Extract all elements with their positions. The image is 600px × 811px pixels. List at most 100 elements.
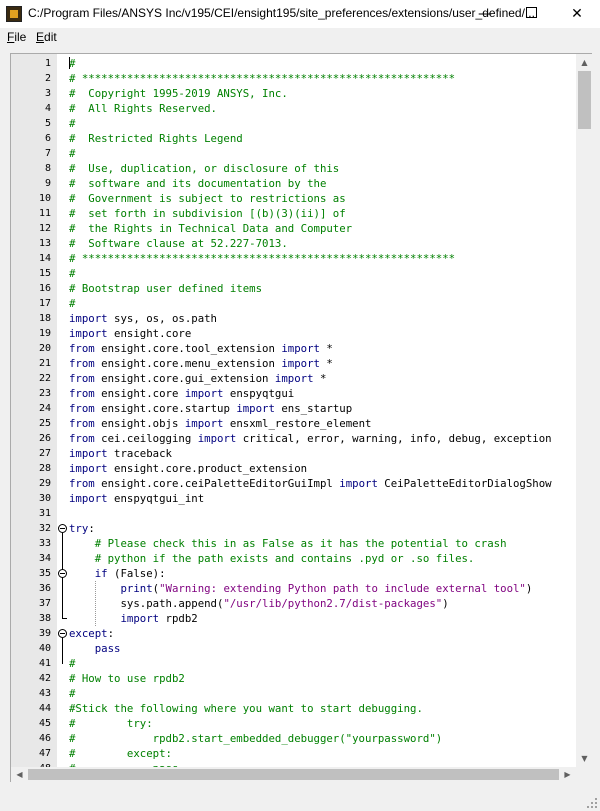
code-line[interactable]: from ensight.core import enspyqtgui [57,386,576,401]
code-line[interactable]: try: [57,521,576,536]
code-line[interactable]: # [57,296,576,311]
code-line-text: # **************************************… [69,71,455,86]
code-line[interactable]: # Please check this in as False as it ha… [57,536,576,551]
code-token: #Stick the following where you want to s… [69,702,423,715]
code-editor[interactable]: 1 2 3 4 5 6 7 8 9 10 11 12 13 14 15 16 17 18 19 20 21 22 23 24 2… [10,53,593,782]
code-token: import [274,372,314,385]
code-line[interactable]: import rpdb2 [57,611,576,626]
menu-edit[interactable]: Edit [36,30,57,44]
code-token: cei.ceilogging [94,432,198,445]
code-line[interactable]: # [57,56,576,71]
code-line[interactable]: from ensight.core.ceiPaletteEditorGuiImp… [57,476,576,491]
code-line[interactable]: # set forth in subdivision [(b)(3)(ii)] … [57,206,576,221]
scroll-right-arrow-icon[interactable]: ▶ [559,767,576,782]
code-line-text: # [69,296,75,311]
horizontal-scroll-thumb[interactable] [28,769,559,780]
line-number-gutter: 1 2 3 4 5 6 7 8 9 10 11 12 13 14 15 16 17 18 19 20 21 22 23 24 2… [11,54,57,774]
resize-grip-icon[interactable] [587,798,597,808]
code-line-text: # Copyright 1995-2019 ANSYS, Inc. [69,86,288,101]
code-line[interactable]: # the Rights in Technical Data and Compu… [57,221,576,236]
code-line[interactable]: from ensight.core.tool_extension import … [57,341,576,356]
code-token: import [69,327,108,340]
line-number: 38 [38,613,51,624]
code-token: # Bootstrap user defined items [69,282,263,295]
code-line-text: import rpdb2 [69,611,197,626]
code-line[interactable]: # **************************************… [57,251,576,266]
code-line[interactable]: # Bootstrap user defined items [57,281,576,296]
code-token: # [69,117,76,130]
code-line[interactable]: # Government is subject to restrictions … [57,191,576,206]
code-line[interactable]: # **************************************… [57,71,576,86]
code-line[interactable]: # Restricted Rights Legend [57,131,576,146]
line-number: 6 [44,133,51,144]
code-line-text: from ensight.core.tool_extension import … [69,341,333,356]
menu-edit-accel: E [36,30,45,44]
code-line[interactable]: # python if the path exists and contains… [57,551,576,566]
code-line[interactable]: import traceback [57,446,576,461]
code-text-area[interactable]: # # *************************************… [57,54,576,767]
code-line[interactable]: #Stick the following where you want to s… [57,701,576,716]
code-line[interactable]: # [57,116,576,131]
code-token: # Government is subject to restrictions … [69,192,346,205]
code-line[interactable]: # [57,266,576,281]
code-line[interactable]: # Use, duplication, or disclosure of thi… [57,161,576,176]
code-line[interactable]: from ensight.objs import ensxml_restore_… [57,416,576,431]
code-line[interactable] [57,506,576,521]
app-icon[interactable] [6,6,22,22]
code-line[interactable]: import sys, os, os.path [57,311,576,326]
code-line[interactable]: # Copyright 1995-2019 ANSYS, Inc. [57,86,576,101]
close-button[interactable]: ✕ [554,0,600,28]
code-line[interactable]: pass [57,641,576,656]
horizontal-scrollbar[interactable]: ◀ ▶ [11,767,576,782]
code-token: # [69,267,76,280]
code-line[interactable]: except: [57,626,576,641]
scroll-left-arrow-icon[interactable]: ◀ [11,767,28,782]
line-number: 11 [38,208,51,219]
code-line-text: from ensight.core.startup import ens_sta… [69,401,352,416]
code-token: # rpdb2.start_embedded_debugger("yourpas… [69,732,443,745]
code-token: if [94,567,108,580]
code-token: enspyqtgui [223,387,295,400]
code-line[interactable]: print("Warning: extending Python path to… [57,581,576,596]
line-number: 42 [38,673,51,684]
code-line[interactable]: import enspyqtgui_int [57,491,576,506]
code-line[interactable]: # rpdb2.start_embedded_debugger("yourpas… [57,731,576,746]
code-line[interactable]: import ensight.core [57,326,576,341]
vertical-scrollbar[interactable]: ▲ ▼ [576,54,593,767]
maximize-button[interactable] [508,0,554,28]
line-number: 46 [38,733,51,744]
code-line[interactable]: # Software clause at 52.227-7013. [57,236,576,251]
line-number: 27 [38,448,51,459]
code-line-text: # [69,686,75,701]
code-line-text: from ensight.core import enspyqtgui [69,386,294,401]
code-line[interactable]: sys.path.append("/usr/lib/python2.7/dist… [57,596,576,611]
vertical-scroll-thumb[interactable] [578,71,591,129]
code-line[interactable]: # [57,146,576,161]
scroll-up-arrow-icon[interactable]: ▲ [576,54,593,71]
code-line[interactable]: # [57,686,576,701]
menu-file[interactable]: File [7,30,26,44]
code-line[interactable]: import ensight.core.product_extension [57,461,576,476]
code-token: # [69,147,76,160]
code-line[interactable]: from ensight.core.menu_extension import … [57,356,576,371]
code-token: ensight.core.startup [94,402,237,415]
line-number: 32 [38,523,51,534]
code-line[interactable]: from ensight.core.startup import ens_sta… [57,401,576,416]
code-line[interactable]: # software and its documentation by the [57,176,576,191]
line-number: 24 [38,403,51,414]
code-line[interactable]: from cei.ceilogging import critical, err… [57,431,576,446]
code-line-text: # try: [69,716,153,731]
code-line[interactable]: if (False): [57,566,576,581]
minimize-button[interactable]: — [462,0,508,28]
code-line[interactable]: # except: [57,746,576,761]
scroll-down-arrow-icon[interactable]: ▼ [576,750,593,767]
code-line-text: sys.path.append("/usr/lib/python2.7/dist… [69,596,448,611]
code-line[interactable]: from ensight.core.gui_extension import * [57,371,576,386]
code-line[interactable]: # try: [57,716,576,731]
code-line-text: from ensight.core.ceiPaletteEditorGuiImp… [69,476,552,491]
code-token: # Software clause at 52.227-7013. [69,237,288,250]
code-line[interactable]: # [57,656,576,671]
code-line[interactable]: # How to use rpdb2 [57,671,576,686]
code-line[interactable]: # All Rights Reserved. [57,101,576,116]
code-line-text: # Bootstrap user defined items [69,281,262,296]
